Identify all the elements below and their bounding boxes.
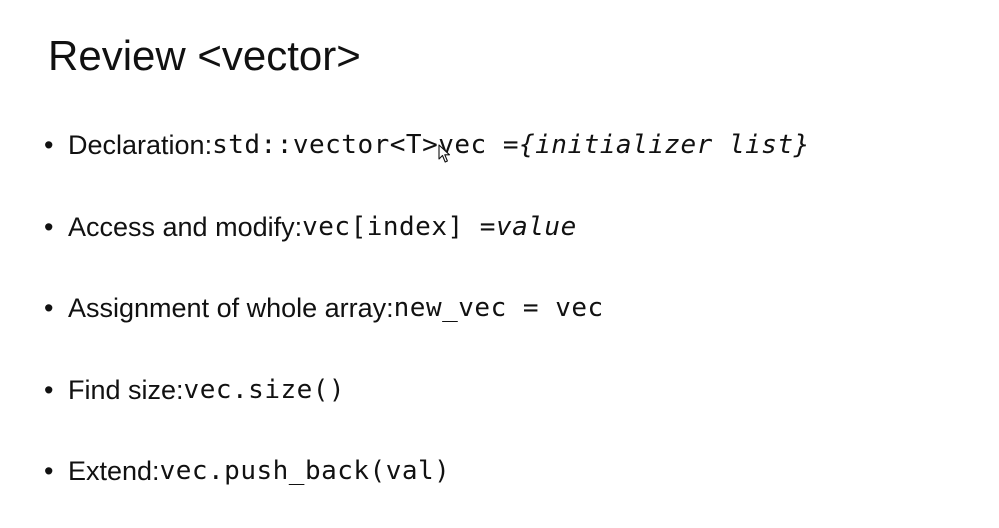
mouse-pointer-icon [438,144,451,163]
bullet-code: vec.size() [183,374,346,405]
bullet-access-modify: • Access and modify: vec[index] = value [44,202,810,284]
bullet-label: Access and modify: [68,211,303,242]
bullet-dot: • [44,130,54,160]
bullet-declaration: • Declaration: std::vector<T>vec = {init… [44,120,810,202]
bullet-dot: • [44,293,54,323]
bullet-label: Find size: [68,374,184,405]
presentation-slide: Review <vector> • Declaration: std::vect… [0,0,999,515]
bullet-code: vec.push_back(val) [159,456,451,486]
bullet-assignment: • Assignment of whole array: new_vec = v… [44,283,810,365]
bullet-dot: • [44,374,54,405]
bullet-find-size: • Find size: vec.size() [44,365,810,447]
bullet-label: Assignment of whole array: [68,293,394,323]
slide-title: Review <vector> [48,32,361,79]
bullet-label: Declaration: [68,130,213,160]
bullet-code: vec[index] = [302,211,496,242]
bullet-code-italic: value [495,211,577,242]
bullet-code: std::vector<T>vec = [212,130,519,160]
bullet-list: • Declaration: std::vector<T>vec = {init… [44,120,810,528]
bullet-code-italic: {initializer list} [519,130,810,160]
bullet-dot: • [44,211,54,242]
bullet-label: Extend: [68,456,160,486]
bullet-code: new_vec = vec [393,293,604,323]
bullet-extend: • Extend: vec.push_back(val) [44,446,810,528]
bullet-dot: • [44,456,54,486]
